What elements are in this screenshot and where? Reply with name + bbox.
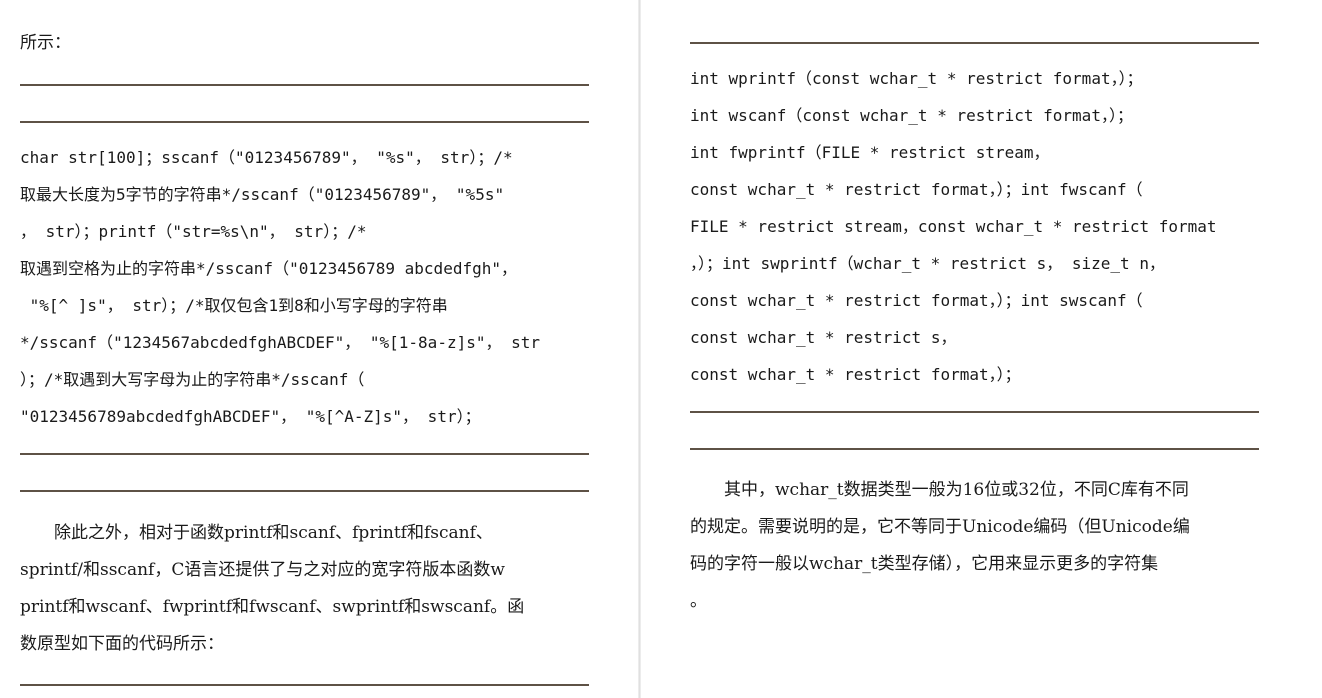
paragraph-line: 除此之外，相对于函数printf和scanf、fprintf和fscanf、 [20,523,493,543]
code-block-top-rule-1 [20,84,589,86]
paragraph-line: 。 [690,591,707,611]
code-line: ）；/*取遇到大写字母为止的字符串*/sscanf（ [20,370,365,389]
code-block-bottom-rule-1 [690,411,1259,413]
code-block-top-rule-2 [20,121,589,123]
code-line: int fwprintf（FILE * restrict stream， [690,143,1050,162]
code-line: char str[100]；sscanf（"0123456789"， "%s"，… [20,148,513,167]
code-line: "0123456789abcdedfghABCDEF"， "%[^A-Z]s"，… [20,407,481,426]
paragraph-line: 码的字符一般以wchar_t类型存储），它用来显示更多的字符集 [690,554,1159,574]
right-page: int wprintf（const wchar_t * restrict for… [641,0,1322,698]
code-line: const wchar_t * restrict format，）；int sw… [690,291,1143,310]
intro-text: 所示： [20,33,71,53]
code-line: const wchar_t * restrict format，）； [690,365,1021,384]
code-line: */sscanf（"1234567abcdedfghABCDEF"， "%[1-… [20,333,541,352]
code-line: int wscanf（const wchar_t * restrict form… [690,106,1133,125]
next-code-block-top-rule [20,684,589,686]
paragraph-line: sprintf/和sscanf，C语言还提供了与之对应的宽字符版本函数w [20,560,505,580]
paragraph-line: 数原型如下面的代码所示： [20,634,224,654]
code-line: ，）；int swprintf（wchar_t * restrict s， si… [690,254,1165,273]
code-block-bottom-rule-2 [20,490,589,492]
code-line: int wprintf（const wchar_t * restrict for… [690,69,1143,88]
code-line: const wchar_t * restrict s， [690,328,957,347]
left-page: 所示： char str[100]；sscanf（"0123456789"， "… [0,0,638,698]
code-block-bottom-rule-1 [20,453,589,455]
code-line: const wchar_t * restrict format，）；int fw… [690,180,1143,199]
paragraph-line: 的规定。需要说明的是，它不等同于Unicode编码（但Unicode编 [690,517,1190,537]
code-line: 取遇到空格为止的字符串*/sscanf（"0123456789 abcdedfg… [20,259,517,278]
code-line: FILE * restrict stream，const wchar_t * r… [690,217,1217,236]
code-line: "%[^ ]s"， str）；/*取仅包含1到8和小写字母的字符串 [20,296,448,315]
code-line: 取最大长度为5字节的字符串*/sscanf（"0123456789"， "%5s… [20,185,505,204]
paragraph-line: printf和wscanf、fwprintf和fwscanf、swprintf和… [20,597,525,617]
paragraph-line: 其中，wchar_t数据类型一般为16位或32位，不同C库有不同 [690,480,1189,500]
code-block-bottom-rule-2 [690,448,1259,450]
code-block-top-rule [690,42,1259,44]
code-line: ， str）；printf（"str=%s\n"， str）；/* [20,222,367,241]
